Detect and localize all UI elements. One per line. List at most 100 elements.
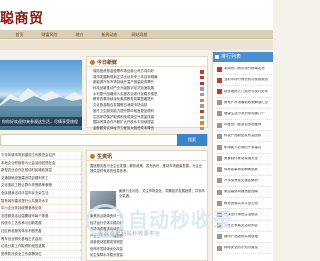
rank-badge (217, 88, 222, 94)
list-item[interactable]: 金融服务实体经济力度加大融资成本降低 (93, 126, 205, 132)
sidebar-item[interactable]: 文化艺术展览活动预告 (217, 221, 272, 232)
sidebar-item[interactable]: 年度热门旅游目的地推荐 (217, 120, 272, 132)
list-item[interactable]: 夏季防汛安全工作部署到位 (0, 251, 81, 259)
sidebar-item[interactable]: 美食制作家常菜谱大全 (217, 154, 272, 165)
news-panel: 今日新鲜 保险投资基金股票市场证券公司方向向好 城市发展新规划正式出台未来三年目… (86, 56, 208, 131)
sidebar-item[interactable]: 网络安全防护知识普及 (217, 243, 272, 255)
site-logo[interactable]: 聪商贸 (0, 8, 44, 28)
life-news-panel: 生资讯 围绕服务各行业企业发展，解析政策、发布资讯，推动市场健康发展，为企业提供… (86, 150, 208, 261)
sidebar-item-label: 房地产市场最新政策解读汇总 (224, 100, 269, 104)
sidebar-item-label: 本周热门资讯排行榜单发布 (224, 67, 265, 71)
sidebar-item[interactable]: 房地产市场最新政策解读汇总 (217, 98, 272, 109)
sidebar-item-label: 健康生活小常识你知道几个 (224, 112, 265, 116)
list-item-text: 城市发展新规划正式出台未来三年目标明确 (93, 74, 158, 79)
list-item[interactable]: 传统手工艺传承与创新发展 (0, 220, 81, 228)
sidebar-item[interactable]: 家居装修风格搭配指南 (217, 187, 272, 199)
news-title: 今日新鲜 (97, 60, 118, 66)
list-item[interactable]: 文化惠民工程让群众享受精神食粮 (0, 182, 81, 190)
sidebar-item-label: 当前市场行情分析与预测报告 (224, 78, 269, 82)
sidebar-item-label: 网络安全防护知识普及 (224, 246, 258, 250)
rank-badge (217, 245, 222, 251)
rank-badge (217, 189, 222, 195)
rank-badge (217, 144, 222, 150)
sidebar-item-label: 家居装修风格搭配指南 (224, 190, 258, 194)
list-icon (215, 55, 219, 59)
sidebar-item[interactable]: 本周热门资讯排行榜单发布 (217, 64, 272, 76)
main-nav: 首页 财富风险 地方 新闻动态 网站导航 (0, 30, 273, 39)
rank-badge (217, 234, 222, 240)
tag-icon (200, 104, 204, 108)
list-item[interactable]: 民生保障水平稳步提高 (90, 252, 206, 259)
rank-badge (217, 167, 222, 173)
list-item[interactable]: 垃圾分类工作取得阶段性进展 (0, 243, 81, 251)
sidebar-item[interactable]: 体育赛事精彩瞬间回放 (217, 165, 272, 176)
rank-badge (217, 212, 222, 218)
rank-badge (217, 178, 222, 184)
rank-badge (217, 77, 222, 83)
news-header: 今日新鲜 (87, 57, 207, 67)
list-item[interactable]: 中小企业扶持政策落地见效 (0, 205, 81, 213)
sidebar-item[interactable]: 数码产品选购实用攻略 (217, 232, 272, 243)
sidebar-item[interactable]: 环保出行绿色生活倡议 (217, 209, 272, 221)
ranking-sidebar: 排行列表 本周热门资讯排行榜单发布 当前市场行情分析与预测报告 投资理财入门知识… (212, 52, 273, 261)
nav-item-directory[interactable]: 网站导航 (127, 30, 152, 38)
tag-icon (200, 98, 204, 103)
list-item[interactable]: 青年创业孵化基地正式启用 (0, 236, 81, 244)
slider-caption[interactable]: 你你好欢迎你来参观这生活，尽情享受旅程 (0, 117, 82, 126)
life-news-header: 生资讯 (87, 151, 207, 161)
rank-badge (217, 133, 222, 139)
thumbnail-text[interactable]: 聚焦行业动态，关注市场变化，洞察经济发展趋势，共享商业机遇。 (119, 189, 205, 199)
mountain-image (0, 88, 82, 106)
list-item[interactable]: 智慧城市建设提升公共服务水平 (0, 198, 81, 206)
rank-badge (217, 156, 222, 162)
sidebar-item-label: 年度热门旅游目的地推荐 (224, 123, 262, 127)
sidebar-item[interactable]: 投资理财入门知识与技巧分享 (217, 86, 272, 98)
sidebar-header: 排行列表 (213, 52, 273, 62)
list-item-text: 金融服务实体经济力度加大融资成本降低 (93, 125, 155, 130)
nav-item-home[interactable]: 首页 (7, 30, 32, 38)
thumbnail-image[interactable] (90, 191, 116, 209)
tag-icon (200, 127, 204, 131)
life-news-intro[interactable]: 围绕服务各行业企业发展，解析政策、发布资讯，推动市场健康发展，为企业提供及时有效… (87, 161, 207, 177)
news-list: 保险投资基金股票市场证券公司方向向好 城市发展新规划正式出台未来三年目标明确 新… (87, 67, 207, 132)
sidebar-item[interactable]: 教育资源共享平台上线 (217, 198, 272, 210)
sidebar-item-label: 职场新人必读的十条建议 (224, 145, 262, 149)
life-news-title: 生资讯 (97, 154, 113, 160)
nav-item-news[interactable]: 新闻动态 (97, 30, 122, 38)
sidebar-item[interactable]: 职场新人必读的十条建议 (217, 142, 272, 154)
sidebar-item-label: 汽车保养常见误区解析 (224, 179, 258, 183)
hot-tag-icon (200, 70, 204, 74)
sidebar-item-label: 投资理财入门知识与技巧分享 (224, 89, 269, 93)
sidebar-list: 本周热门资讯排行榜单发布 当前市场行情分析与预测报告 投资理财入门知识与技巧分享… (213, 62, 273, 255)
news-icon (90, 154, 95, 159)
list-item-text: 国际贸易合作不断扩大开放水平持续提高 (93, 120, 155, 125)
tag-icon (200, 115, 204, 120)
list-item[interactable]: 本地企业积极参与公益活动回馈社会 (0, 160, 81, 168)
sidebar-item-label: 科技产品新品发布会回顾 (224, 134, 262, 138)
list-item[interactable]: 社区养老服务体系不断完善 (0, 228, 81, 236)
sub-bar: 广告位 | 热度 | 收藏网站 (0, 40, 273, 89)
sidebar-item-label: 教育资源共享平台上线 (224, 201, 258, 205)
sidebar-item-label: 美食制作家常菜谱大全 (224, 156, 258, 160)
list-item-text: 教育改革持续深化素质教育成果显著提升 (93, 97, 155, 102)
hot-tag-icon (200, 81, 204, 85)
list-item[interactable]: 全民健身活动丰富市民业余生活 (0, 190, 81, 198)
list-item-text: 保险投资基金股票市场证券公司方向向好 (93, 69, 155, 73)
search-button[interactable]: 搜索 (177, 134, 207, 146)
list-item-text: 文化旅游融合发展假日消费市场活跃 (93, 103, 148, 108)
sidebar-item[interactable]: 当前市场行情分析与预测报告 (217, 75, 272, 87)
list-item[interactable]: 交通基础设施建设项目顺利完工 (0, 175, 81, 183)
left-news-list: 下半年城市规划建设工作推进会召开 本地企业积极参与公益活动回馈社会 新型农业合作… (0, 152, 82, 261)
tag-icon (200, 92, 204, 97)
nav-item-local[interactable]: 地方 (67, 30, 92, 38)
rank-badge (217, 200, 222, 206)
sidebar-item[interactable]: 汽车保养常见误区解析 (217, 176, 272, 188)
rank-badge (217, 223, 222, 229)
sidebar-item[interactable]: 健康生活小常识你知道几个 (217, 109, 272, 120)
list-item[interactable]: 新型农业合作社带动村民增收致富 (0, 167, 81, 175)
sidebar-item[interactable]: 科技产品新品发布会回顾 (217, 131, 272, 143)
nav-item-finance[interactable]: 财富风险 (37, 30, 62, 38)
list-item[interactable]: 下半年城市规划建设工作推进会召开 (0, 152, 81, 160)
news-icon (90, 60, 95, 65)
list-item[interactable]: 志愿服务活动温暖城市每个角落 (0, 213, 81, 221)
